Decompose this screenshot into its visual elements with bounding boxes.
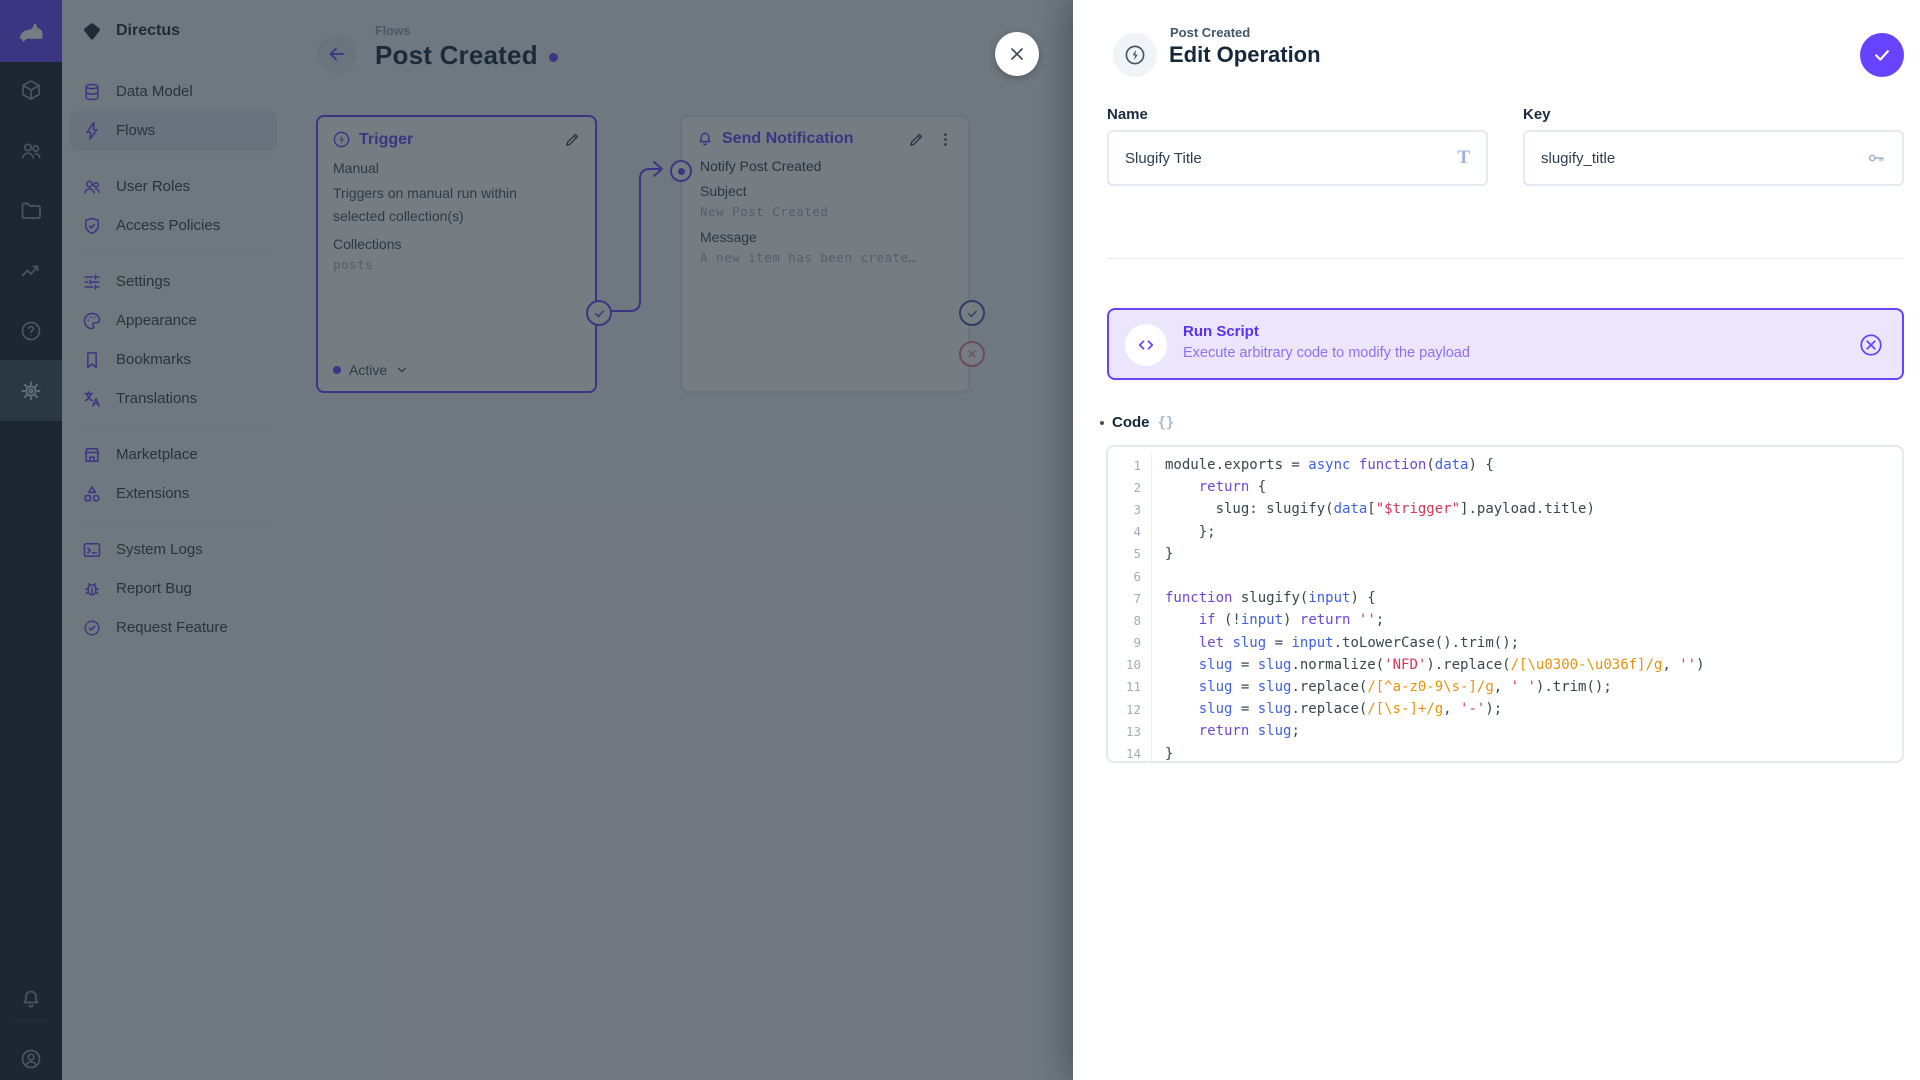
- code-brackets-icon: [1125, 324, 1167, 366]
- code-line: 5}: [1108, 543, 1902, 565]
- code-line: 6: [1108, 565, 1902, 587]
- code-line: 13 return slug;: [1108, 720, 1902, 742]
- directus-app: Directus Data Model Flows User Roles Acc…: [0, 0, 1920, 1080]
- check-icon: [1872, 45, 1892, 65]
- code-field-label: Code: [1112, 414, 1150, 431]
- code-line: 8 if (!input) return '';: [1108, 609, 1902, 631]
- close-drawer-button[interactable]: [995, 32, 1039, 76]
- code-line: 10 slug = slug.normalize('NFD').replace(…: [1108, 654, 1902, 676]
- key-icon: [1866, 148, 1886, 168]
- code-line: 9 let slug = input.toLowerCase().trim();: [1108, 632, 1902, 654]
- close-icon: [1007, 44, 1027, 64]
- code-line: 4 };: [1108, 521, 1902, 543]
- code-editor[interactable]: 1module.exports = async function(data) {…: [1106, 445, 1904, 763]
- edit-operation-drawer: Post Created Edit Operation Name T Key R…: [1073, 0, 1920, 1080]
- text-type-icon: T: [1457, 147, 1470, 169]
- run-script-subtitle: Execute arbitrary code to modify the pay…: [1183, 345, 1470, 361]
- run-script-title: Run Script: [1183, 323, 1259, 340]
- section-divider: [1107, 258, 1904, 259]
- code-line: 2 return {: [1108, 476, 1902, 498]
- key-label: Key: [1523, 106, 1551, 123]
- required-dot: [1100, 421, 1104, 425]
- name-label: Name: [1107, 106, 1148, 123]
- code-line: 3 slug: slugify(data["$trigger"].payload…: [1108, 498, 1902, 520]
- name-field[interactable]: T: [1107, 130, 1488, 186]
- drawer-title: Edit Operation: [1169, 42, 1321, 68]
- save-button[interactable]: [1860, 33, 1904, 77]
- key-input[interactable]: [1541, 150, 1856, 167]
- code-line: 12 slug = slug.replace(/[\s-]+/g, '-');: [1108, 698, 1902, 720]
- drawer-breadcrumb: Post Created: [1170, 25, 1250, 40]
- run-script-card[interactable]: Run Script Execute arbitrary code to mod…: [1107, 308, 1904, 380]
- code-line: 11 slug = slug.replace(/[^a-z0-9\s-]/g, …: [1108, 676, 1902, 698]
- operation-bolt-icon: [1113, 33, 1157, 77]
- code-line: 1module.exports = async function(data) {: [1108, 454, 1902, 476]
- code-line: 7function slugify(input) {: [1108, 587, 1902, 609]
- key-field[interactable]: [1523, 130, 1904, 186]
- json-type-icon: {}: [1158, 415, 1175, 431]
- name-input[interactable]: [1125, 150, 1447, 167]
- remove-operation-icon[interactable]: [1858, 332, 1884, 358]
- code-line: 14}: [1108, 742, 1902, 763]
